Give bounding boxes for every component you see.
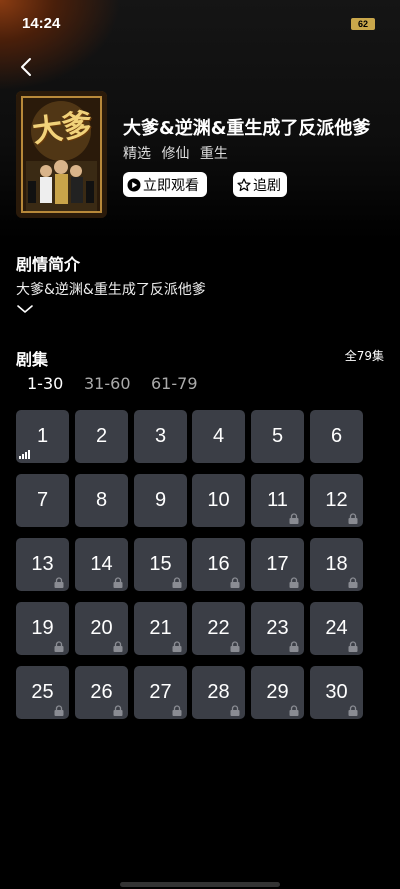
episode-number: 10 <box>207 489 230 511</box>
lock-icon <box>348 577 358 588</box>
episode-tile-5[interactable]: 5 <box>251 410 304 463</box>
episodes-heading: 剧集 <box>16 350 49 369</box>
episode-tile-1[interactable]: 1 <box>16 410 69 463</box>
episode-tile-19[interactable]: 19 <box>16 602 69 655</box>
episode-tile-29[interactable]: 29 <box>251 666 304 719</box>
range-tab-1-30[interactable]: 1-30 <box>27 374 63 393</box>
episode-tile-16[interactable]: 16 <box>192 538 245 591</box>
episode-tile-26[interactable]: 26 <box>75 666 128 719</box>
episode-tile-22[interactable]: 22 <box>192 602 245 655</box>
episode-tile-13[interactable]: 13 <box>16 538 69 591</box>
lock-icon <box>113 705 123 716</box>
episode-tile-6[interactable]: 6 <box>310 410 363 463</box>
episode-number: 7 <box>36 489 49 511</box>
episode-tile-12[interactable]: 12 <box>310 474 363 527</box>
lock-icon <box>54 705 64 716</box>
lock-icon <box>172 641 182 652</box>
episode-tile-25[interactable]: 25 <box>16 666 69 719</box>
episode-tile-14[interactable]: 14 <box>75 538 128 591</box>
lock-icon <box>289 641 299 652</box>
tag-list: 精选 修仙 重生 <box>123 143 234 163</box>
episode-number: 2 <box>95 425 108 447</box>
chevron-down-icon <box>17 305 33 313</box>
follow-label: 追剧 <box>253 177 281 194</box>
episode-grid: 1 2 3 4 5 6 7 8 9 10 11 12 13 14 15 16 17 18 19 20 21 22 23 24 2… <box>16 410 366 722</box>
episode-tile-30[interactable]: 30 <box>310 666 363 719</box>
lock-icon <box>348 705 358 716</box>
status-bar: 14:24 62 <box>0 0 400 48</box>
drama-title: 大爹&逆渊&重生成了反派他爹 <box>123 118 371 139</box>
episode-tile-24[interactable]: 24 <box>310 602 363 655</box>
synopsis-text: 大爹&逆渊&重生成了反派他爹 <box>16 282 206 298</box>
episode-tile-18[interactable]: 18 <box>310 538 363 591</box>
poster-logo-text: 大爹 <box>30 106 95 150</box>
lock-icon <box>230 577 240 588</box>
battery-icon: 62 <box>351 18 375 30</box>
lock-icon <box>289 577 299 588</box>
expand-synopsis-button[interactable] <box>16 300 34 313</box>
lock-icon <box>172 577 182 588</box>
lock-icon <box>348 513 358 524</box>
episode-number: 4 <box>212 425 225 447</box>
episode-tile-9[interactable]: 9 <box>134 474 187 527</box>
lock-icon <box>113 641 123 652</box>
watch-now-label: 立即观看 <box>143 177 199 194</box>
status-time: 14:24 <box>22 15 61 32</box>
watch-now-button[interactable]: 立即观看 <box>123 172 207 197</box>
episode-number: 5 <box>271 425 284 447</box>
episode-number: 3 <box>154 425 167 447</box>
poster-image: 大爹 <box>16 91 107 218</box>
home-indicator <box>120 882 280 887</box>
lock-icon <box>230 705 240 716</box>
lock-icon <box>172 705 182 716</box>
lock-icon <box>230 641 240 652</box>
episode-tile-3[interactable]: 3 <box>134 410 187 463</box>
episode-number: 9 <box>154 489 167 511</box>
follow-button[interactable]: 追剧 <box>233 172 287 197</box>
range-tab-31-60[interactable]: 31-60 <box>84 374 131 393</box>
episode-tile-15[interactable]: 15 <box>134 538 187 591</box>
episode-tile-8[interactable]: 8 <box>75 474 128 527</box>
lock-icon <box>113 577 123 588</box>
episode-tile-20[interactable]: 20 <box>75 602 128 655</box>
tag: 重生 <box>199 146 228 162</box>
episode-tile-23[interactable]: 23 <box>251 602 304 655</box>
episode-tile-11[interactable]: 11 <box>251 474 304 527</box>
chevron-left-icon <box>21 58 31 76</box>
play-circle-icon <box>127 178 141 191</box>
star-outline-icon <box>237 177 251 191</box>
lock-icon <box>348 641 358 652</box>
episode-number: 6 <box>330 425 343 447</box>
tag: 修仙 <box>161 146 190 162</box>
episode-tile-21[interactable]: 21 <box>134 602 187 655</box>
episode-tile-27[interactable]: 27 <box>134 666 187 719</box>
lock-icon <box>54 641 64 652</box>
lock-icon <box>289 513 299 524</box>
episode-tile-28[interactable]: 28 <box>192 666 245 719</box>
episode-tile-7[interactable]: 7 <box>16 474 69 527</box>
episode-tile-10[interactable]: 10 <box>192 474 245 527</box>
now-playing-icon <box>19 450 30 459</box>
synopsis-heading: 剧情简介 <box>16 255 81 274</box>
tag: 精选 <box>123 146 151 162</box>
episode-total: 全79集 <box>344 349 384 363</box>
episode-tile-17[interactable]: 17 <box>251 538 304 591</box>
back-button[interactable] <box>16 56 38 78</box>
lock-icon <box>289 705 299 716</box>
episode-tile-4[interactable]: 4 <box>192 410 245 463</box>
lock-icon <box>54 577 64 588</box>
episode-number: 8 <box>95 489 108 511</box>
range-tab-61-79[interactable]: 61-79 <box>151 374 198 393</box>
episode-tile-2[interactable]: 2 <box>75 410 128 463</box>
